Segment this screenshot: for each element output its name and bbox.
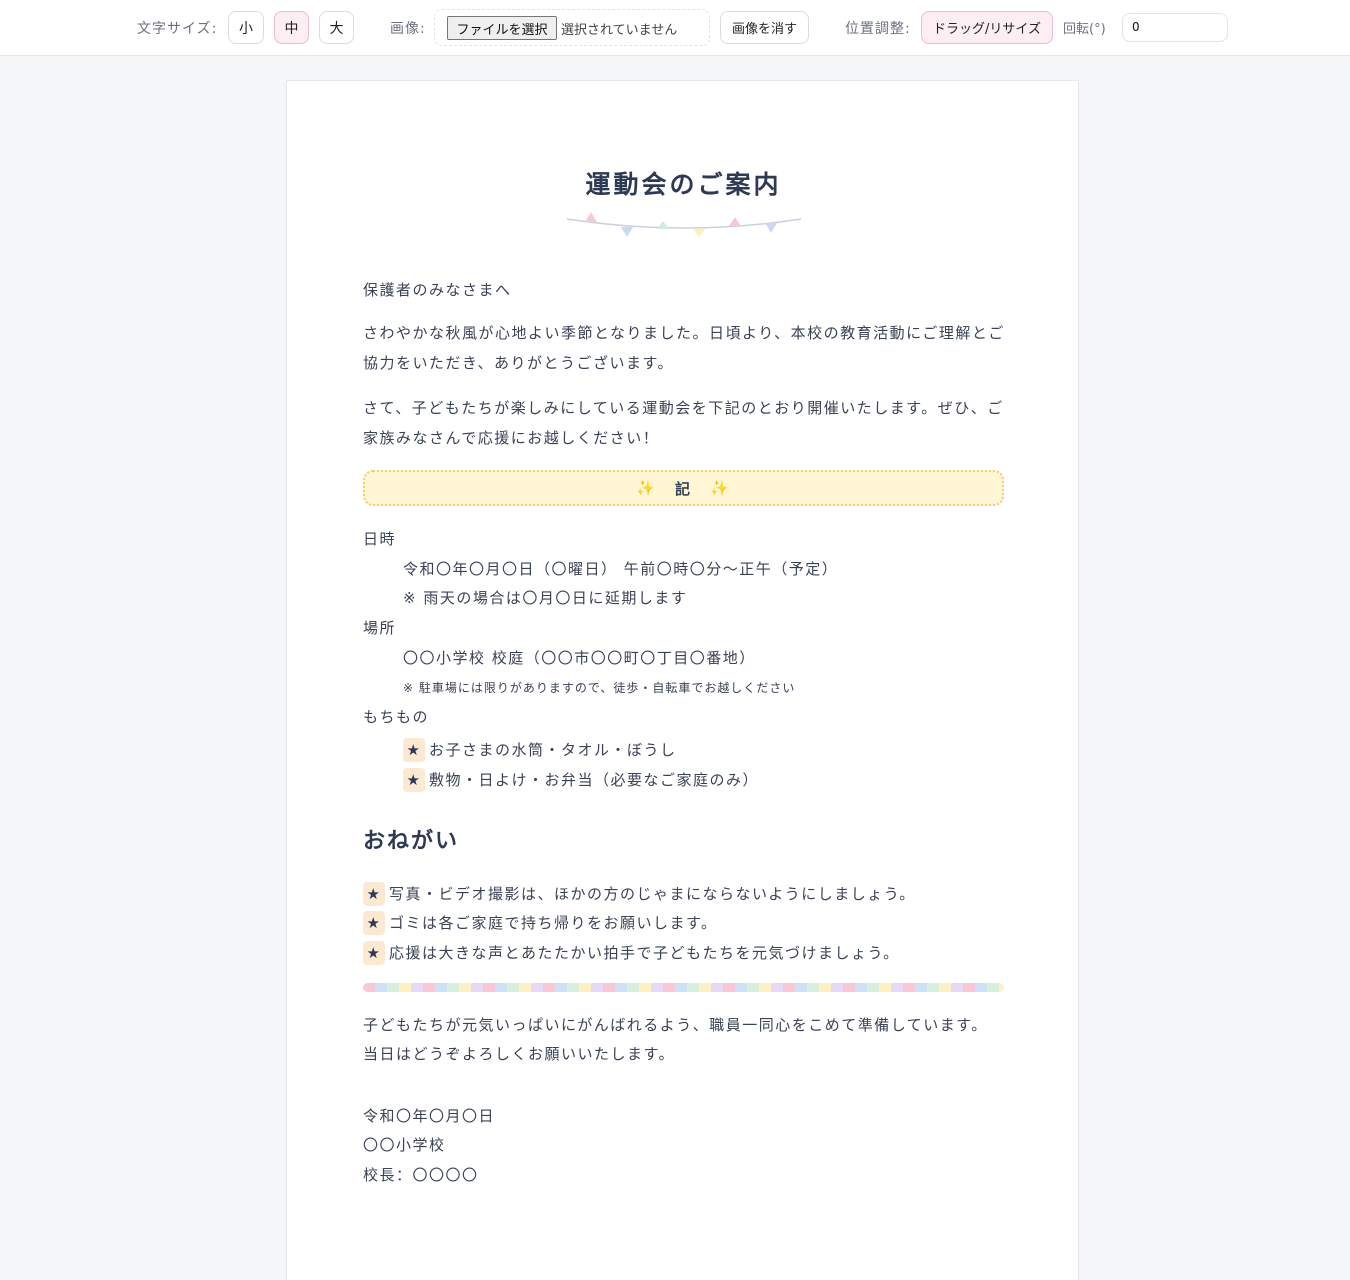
closing-line-2: 当日はどうぞよろしくお願いいたします。	[363, 1045, 676, 1063]
document-page: 運動会のご案内 保護者のみなさまへ さわやかな秋風が心地よい季節となりました。日…	[286, 80, 1079, 1280]
stripe-divider	[363, 983, 1004, 992]
sparkle-icon: ✨	[710, 479, 731, 497]
drag-resize-button[interactable]: ドラッグ/リサイズ	[921, 11, 1053, 44]
announcement-paragraph: さて、子どもたちが楽しみにしている運動会を下記のとおり開催いたします。ぜひ、ご家…	[363, 399, 1004, 447]
file-status: 選択されていません	[561, 23, 678, 38]
document-title: 運動会のご案内	[585, 170, 782, 199]
items-label: もちもの	[363, 708, 430, 726]
document-date: 令和〇年〇月〇日	[363, 1107, 496, 1125]
request-text: 写真・ビデオ撮影は、ほかの方のじゃまにならないようにしましょう。	[389, 885, 916, 903]
toolbar: 文字サイズ: 小 中 大 画像: ファイルを選択 選択されていません 画像を消す…	[0, 0, 1350, 56]
bunting-decoration	[566, 212, 802, 237]
datetime-label: 日時	[363, 530, 397, 548]
rotation-input[interactable]: 0	[1122, 13, 1228, 42]
list-item: ★ 敷物・日よけ・お弁当（必要なご家庭のみ）	[403, 768, 759, 792]
image-file-input[interactable]: ファイルを選択 選択されていません	[434, 9, 710, 46]
star-icon: ★	[363, 941, 385, 965]
choose-file-button[interactable]: ファイルを選択	[447, 16, 557, 40]
list-item: ★ 写真・ビデオ撮影は、ほかの方のじゃまにならないようにしましょう。	[363, 882, 916, 906]
font-size-large-button[interactable]: 大	[319, 11, 354, 44]
request-text: 応援は大きな声とあたたかい拍手で子どもたちを元気づけましょう。	[389, 944, 900, 962]
sparkle-icon: ✨	[636, 479, 657, 497]
clear-image-button[interactable]: 画像を消す	[720, 11, 809, 44]
datetime-note: ※ 雨天の場合は〇月〇日に延期します	[403, 589, 688, 607]
greeting: 保護者のみなさまへ	[363, 281, 512, 299]
font-size-small-button[interactable]: 小	[228, 11, 264, 44]
place-value: 〇〇小学校 校庭（〇〇市〇〇町〇丁目〇番地）	[403, 649, 756, 667]
star-icon: ★	[363, 882, 385, 906]
list-item: ★ 応援は大きな声とあたたかい拍手で子どもたちを元気づけましょう。	[363, 941, 900, 965]
rotation-label: 回転(°)	[1063, 22, 1106, 37]
school-name: 〇〇小学校	[363, 1136, 446, 1154]
datetime-value: 令和〇年〇月〇日（〇曜日） 午前〇時〇分〜正午（予定）	[403, 560, 839, 578]
item-text: お子さまの水筒・タオル・ぼうし	[429, 741, 677, 759]
star-icon: ★	[403, 738, 425, 762]
font-size-label: 文字サイズ:	[137, 21, 218, 37]
position-label: 位置調整:	[845, 21, 911, 37]
request-text: ゴミは各ご家庭で持ち帰りをお願いします。	[389, 914, 718, 932]
ki-label: 記	[674, 479, 692, 498]
list-item: ★ ゴミは各ご家庭で持ち帰りをお願いします。	[363, 911, 718, 935]
place-label: 場所	[363, 619, 397, 637]
list-item: ★ お子さまの水筒・タオル・ぼうし	[403, 738, 677, 762]
request-heading: おねがい	[363, 829, 460, 854]
place-note: ※ 駐車場には限りがありますので、徒歩・自転車でお越しください	[403, 681, 796, 695]
closing-line-1: 子どもたちが元気いっぱいにがんばれるよう、職員一同心をこめて準備しています。	[363, 1016, 988, 1034]
star-icon: ★	[403, 768, 425, 792]
principal-name: 校長：〇〇〇〇	[363, 1166, 479, 1184]
intro-paragraph: さわやかな秋風が心地よい季節となりました。日頃より、本校の教育活動にご理解とご協…	[363, 324, 1005, 372]
item-text: 敷物・日よけ・お弁当（必要なご家庭のみ）	[429, 771, 760, 789]
font-size-medium-button[interactable]: 中	[274, 11, 309, 44]
ki-banner: ✨ 記 ✨	[363, 470, 1004, 506]
star-icon: ★	[363, 911, 385, 935]
image-label: 画像:	[390, 21, 426, 37]
